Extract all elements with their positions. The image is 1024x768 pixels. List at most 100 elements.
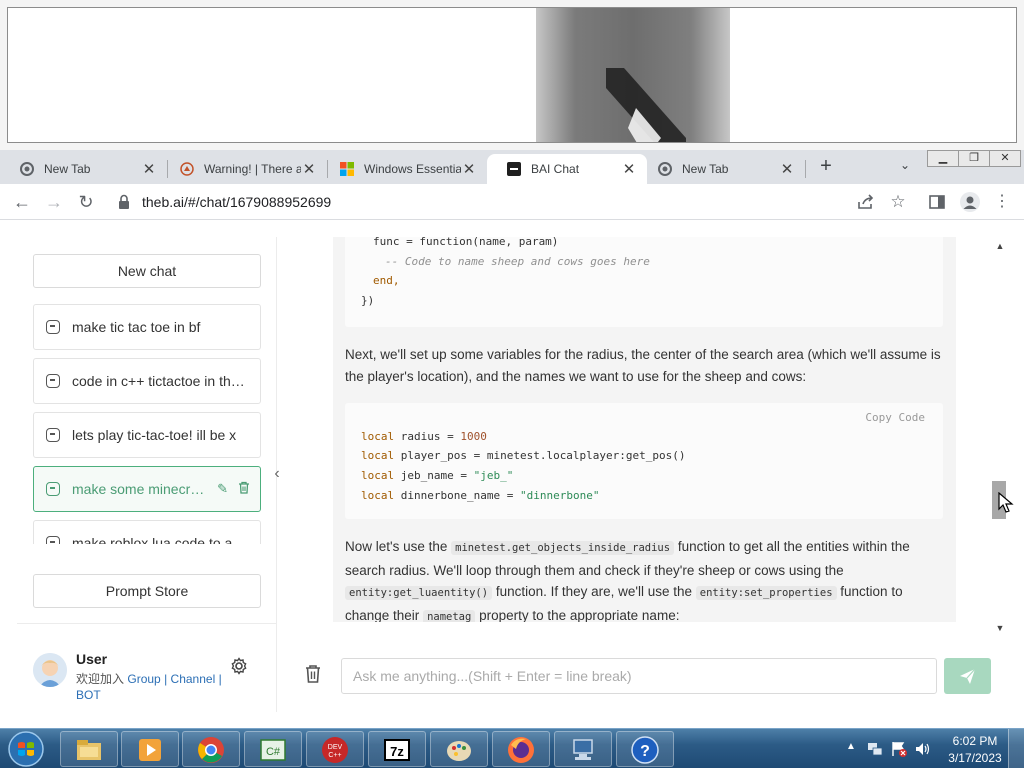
scroll-up-arrow-icon[interactable]: ▲	[995, 241, 1005, 251]
taskbar-chrome[interactable]	[182, 731, 240, 767]
show-desktop-button[interactable]	[1008, 729, 1024, 768]
kebab-menu-icon[interactable]: ⋮	[992, 192, 1012, 212]
close-window-button[interactable]: ✕	[989, 150, 1021, 167]
clock-time[interactable]: 6:02 PM	[952, 734, 998, 748]
forward-arrow-icon[interactable]: →	[44, 192, 64, 212]
inline-code: entity:set_properties	[695, 586, 837, 600]
taskbar-media-player[interactable]	[121, 731, 179, 767]
taskbar-explorer[interactable]	[60, 731, 118, 767]
media-player-icon	[139, 739, 161, 761]
taskbar-devcpp[interactable]: DEV C++	[306, 731, 364, 767]
volume-speaker-icon[interactable]	[914, 740, 932, 758]
new-tab-button[interactable]: +	[815, 156, 837, 178]
firefox-icon	[508, 737, 534, 763]
share-icon[interactable]	[857, 194, 875, 210]
clear-chat-trash-icon[interactable]	[304, 664, 322, 684]
link-separator: |	[218, 672, 222, 686]
taskbar-network[interactable]	[554, 731, 612, 767]
inline-code: entity:get_luaentity()	[345, 586, 493, 600]
tab-windows-essentials[interactable]: Windows Essentia ✕	[320, 154, 487, 184]
svg-text:DEV: DEV	[328, 744, 343, 751]
code-line: local player_pos = minetest.localplayer:…	[361, 449, 686, 462]
close-icon[interactable]: ✕	[461, 160, 477, 178]
tab-title: Warning! | There a	[204, 162, 301, 176]
tab-title: Windows Essentia	[364, 162, 461, 176]
network-tray-icon[interactable]	[866, 740, 884, 758]
taskbar-paint[interactable]	[430, 731, 488, 767]
bai-logo-icon	[507, 162, 521, 176]
close-icon[interactable]: ✕	[779, 160, 795, 178]
windows-start-button[interactable]	[4, 730, 48, 768]
message-scrollbar[interactable]: ▲ ▼	[992, 237, 1008, 637]
bookmark-star-icon[interactable]: ☆	[888, 192, 908, 212]
chrome-icon	[198, 737, 224, 763]
restore-button[interactable]: ❐	[958, 150, 990, 167]
chrome-icon	[658, 162, 672, 176]
address-bar[interactable]: theb.ai/#/chat/1679088952699	[142, 194, 331, 210]
chat-item-label: make some minecraft code	[72, 481, 217, 497]
sidebar-divider	[17, 623, 277, 624]
edit-pencil-icon[interactable]: ✎	[217, 481, 228, 497]
close-icon[interactable]: ✕	[301, 160, 317, 178]
tab-new-tab-1[interactable]: New Tab ✕	[0, 154, 167, 184]
browser-tab-strip: New Tab ✕ Warning! | There a ✕ Windows E…	[0, 150, 1024, 184]
side-panel-icon[interactable]	[929, 194, 945, 210]
chat-item[interactable]: lets play tic-tac-toe! ill be x	[33, 412, 261, 458]
tab-bai-chat[interactable]: BAI Chat ✕	[487, 154, 647, 184]
chat-item[interactable]: code in c++ tictactoe in the console	[33, 358, 261, 404]
tab-new-tab-2[interactable]: New Tab ✕	[638, 154, 805, 184]
message-paragraph: Next, we'll set up some variables for th…	[345, 347, 941, 384]
tab-search-chevron-icon[interactable]: ⌄	[896, 158, 914, 176]
taskbar-7zip[interactable]: 7z	[368, 731, 426, 767]
settings-gear-icon[interactable]	[230, 657, 248, 675]
code-string: "jeb_"	[473, 469, 514, 482]
keyword-local: local	[361, 489, 395, 502]
chat-item-selected[interactable]: make some minecraft code ✎	[33, 466, 261, 512]
chat-input[interactable]: Ask me anything...(Shift + Enter = line …	[341, 658, 937, 694]
minimize-button[interactable]: ▁	[927, 150, 959, 167]
code-text: player_pos = minetest.localplayer:get_po…	[394, 449, 686, 462]
show-hidden-icons-arrow-icon[interactable]: ▲	[846, 741, 856, 752]
bot-link[interactable]: BOT	[76, 688, 101, 702]
action-center-flag-icon[interactable]	[890, 740, 908, 758]
tab-warning[interactable]: Warning! | There a ✕	[160, 154, 327, 184]
code-line: local radius = 1000	[361, 430, 487, 443]
user-avatar[interactable]	[33, 653, 67, 687]
chat-item[interactable]: make roblox lua code to a	[33, 520, 261, 544]
clock-date[interactable]: 3/17/2023	[946, 751, 1004, 765]
7zip-icon: 7z	[384, 739, 410, 761]
taskbar-help[interactable]: ?	[616, 731, 674, 767]
inline-code: minetest.get_objects_inside_radius	[451, 541, 675, 555]
taskbar-firefox[interactable]	[492, 731, 550, 767]
dev-cpp-icon: DEVC++	[322, 737, 348, 763]
new-chat-button[interactable]: New chat	[33, 254, 261, 288]
profile-avatar-icon[interactable]	[960, 192, 980, 212]
lock-icon[interactable]	[118, 194, 130, 210]
code-text: radius =	[394, 430, 461, 443]
code-text: dinnerbone_name =	[394, 489, 520, 502]
send-button[interactable]	[944, 658, 991, 694]
chat-item-label: code in c++ tictactoe in the console	[72, 373, 260, 389]
group-link[interactable]: Group	[127, 672, 160, 686]
chat-bubble-icon	[46, 536, 60, 544]
preview-window	[0, 0, 1024, 150]
keyword-local: local	[361, 449, 395, 462]
close-icon[interactable]: ✕	[141, 160, 157, 178]
copy-code-button[interactable]: Copy Code	[865, 411, 925, 424]
prompt-store-button[interactable]: Prompt Store	[33, 574, 261, 608]
delete-trash-icon[interactable]	[238, 481, 250, 494]
channel-link[interactable]: Channel	[171, 672, 216, 686]
chat-item-label: lets play tic-tac-toe! ill be x	[72, 427, 237, 443]
code-line: local jeb_name = "jeb_"	[361, 469, 513, 482]
text: property to the appropriate name:	[475, 607, 680, 623]
close-icon[interactable]: ✕	[621, 160, 637, 178]
taskbar-csharp[interactable]: C#	[244, 731, 302, 767]
back-arrow-icon[interactable]: ←	[12, 192, 32, 212]
reload-icon[interactable]: ↻	[76, 192, 96, 212]
chat-item[interactable]: make tic tac toe in bf	[33, 304, 261, 350]
user-name: User	[76, 651, 108, 667]
system-tray: ▲ 6:02 PM 3/17/2023	[842, 729, 1024, 768]
text: function. If they are, we'll use the	[492, 584, 696, 599]
scroll-down-arrow-icon[interactable]: ▼	[995, 623, 1005, 633]
keyword-local: local	[361, 430, 395, 443]
